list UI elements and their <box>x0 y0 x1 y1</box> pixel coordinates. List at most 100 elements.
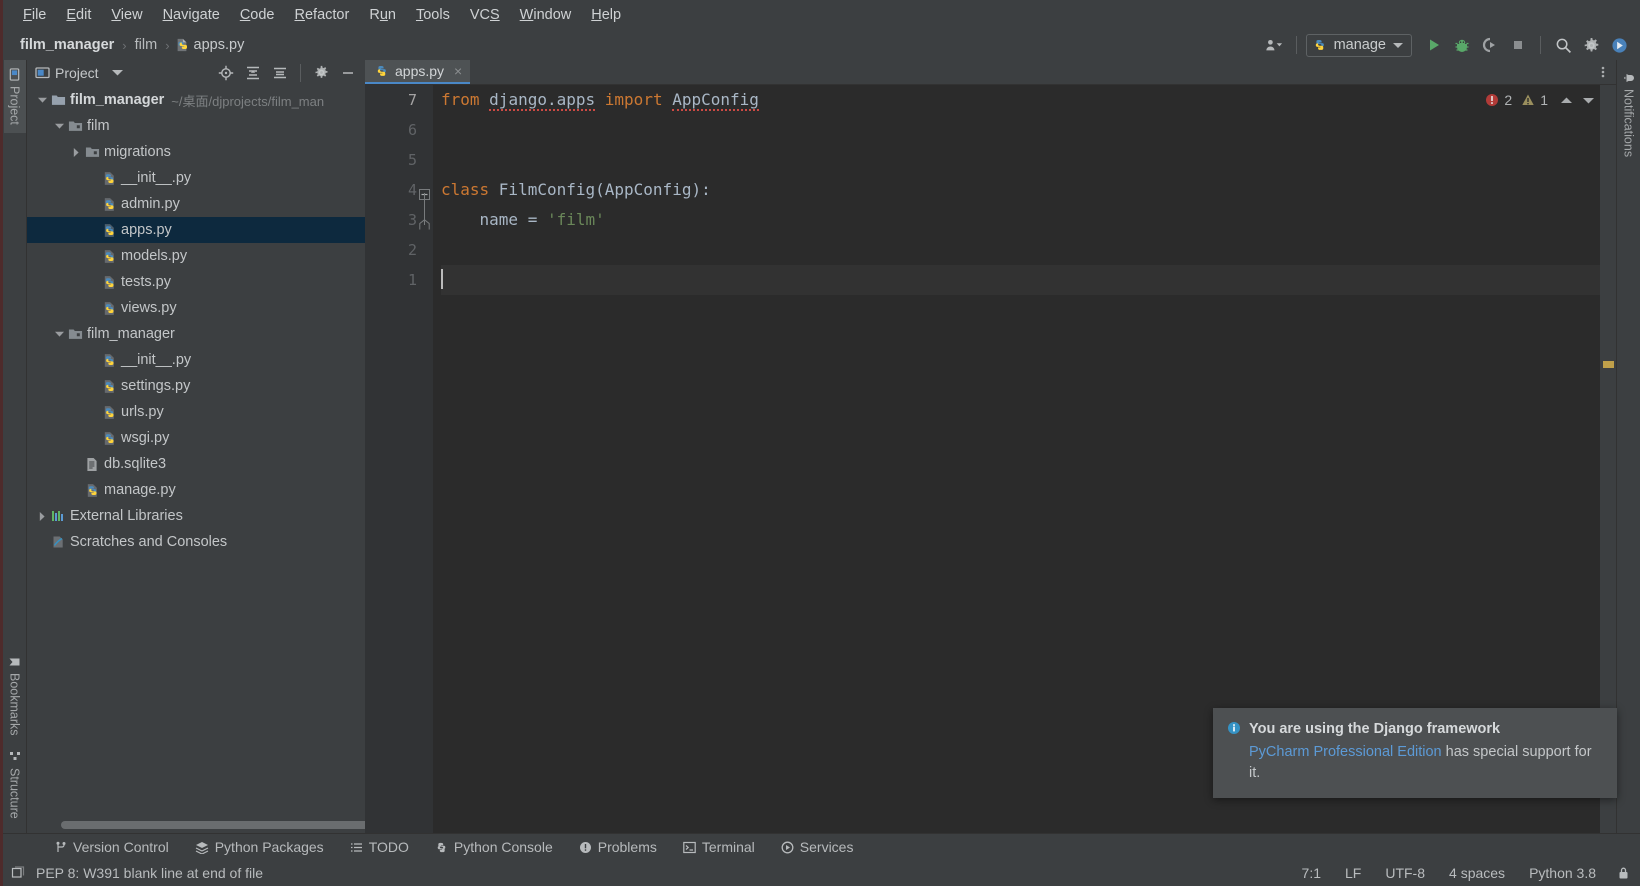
tree-item-manage-py[interactable]: manage.py <box>27 477 365 503</box>
code-line[interactable]: from django.apps import AppConfig <box>441 85 1600 115</box>
collapse-all-icon[interactable] <box>269 63 291 83</box>
expand-all-icon[interactable] <box>242 63 264 83</box>
menu-refactor[interactable]: Refactor <box>285 5 360 25</box>
tree-item-db-sqlite3[interactable]: db.sqlite3 <box>27 451 365 477</box>
tool-window-python-packages[interactable]: Python Packages <box>182 836 337 858</box>
user-account-button[interactable] <box>1261 33 1287 57</box>
indent-setting[interactable]: 4 spaces <box>1446 863 1508 883</box>
hide-panel-icon[interactable] <box>337 63 359 83</box>
editor-gutter[interactable]: 7654321 <box>365 85 433 833</box>
python-file-icon <box>83 483 101 498</box>
python-interpreter[interactable]: Python 3.8 <box>1526 863 1599 883</box>
chevron-down-icon[interactable] <box>111 69 123 76</box>
tree-item-film-manager[interactable]: film_manager <box>27 321 365 347</box>
menu-window[interactable]: Window <box>510 5 582 25</box>
lock-icon[interactable] <box>1617 866 1630 880</box>
inspection-icon[interactable] <box>11 866 25 880</box>
menu-edit[interactable]: Edit <box>56 5 101 25</box>
tree-item-external-libraries[interactable]: External Libraries <box>27 503 365 529</box>
chevron-down-icon[interactable] <box>52 331 66 337</box>
caret-position[interactable]: 7:1 <box>1299 863 1324 883</box>
tree-item-film[interactable]: film <box>27 113 365 139</box>
sidebar-item-structure[interactable]: Structure <box>4 743 26 827</box>
project-tree-scrollbar-thumb[interactable] <box>61 821 371 829</box>
sidebar-item-structure-label: Structure <box>7 768 22 819</box>
breadcrumb-project[interactable]: film_manager <box>17 36 117 54</box>
menu-vcs[interactable]: VCS <box>460 5 510 25</box>
tool-window-python-console[interactable]: Python Console <box>422 836 566 858</box>
code-line[interactable]: class FilmConfig(AppConfig): <box>441 175 1600 205</box>
chevron-down-icon[interactable] <box>52 123 66 129</box>
tree-item--init-py[interactable]: __init__.py <box>27 347 365 373</box>
tree-item-settings-py[interactable]: settings.py <box>27 373 365 399</box>
breadcrumb-file[interactable]: apps.py <box>175 37 244 53</box>
line-separator[interactable]: LF <box>1342 863 1364 883</box>
tree-item-tests-py[interactable]: tests.py <box>27 269 365 295</box>
stop-button[interactable] <box>1505 33 1531 57</box>
menu-tools[interactable]: Tools <box>406 5 460 25</box>
menu-code[interactable]: Code <box>230 5 285 25</box>
sidebar-item-bookmarks-label: Bookmarks <box>7 672 22 736</box>
tree-item--init-py[interactable]: __init__.py <box>27 165 365 191</box>
sidebar-item-notifications[interactable]: Notifications <box>1618 64 1640 165</box>
code-line[interactable] <box>441 145 1600 175</box>
inspection-widget[interactable]: 2 1 <box>1485 92 1594 108</box>
gear-icon[interactable] <box>310 63 332 83</box>
sidebar-item-bookmarks[interactable]: Bookmarks <box>4 648 26 744</box>
project-tree-scrollbar-track[interactable] <box>27 819 371 833</box>
menu-file[interactable]: File <box>13 5 56 25</box>
debug-button[interactable] <box>1449 33 1475 57</box>
tree-item-views-py[interactable]: views.py <box>27 295 365 321</box>
tab-apps-py[interactable]: apps.py × <box>365 60 471 84</box>
code-line[interactable]: name = 'film' <box>441 205 1600 235</box>
menu-help[interactable]: Help <box>581 5 631 25</box>
updates-icon[interactable] <box>1606 33 1632 57</box>
select-opened-file-icon[interactable] <box>215 63 237 83</box>
python-file-icon <box>100 405 118 420</box>
tool-window-services[interactable]: Services <box>768 836 867 858</box>
tree-item-wsgi-py[interactable]: wsgi.py <box>27 425 365 451</box>
editor-options-icon[interactable] <box>1590 60 1616 84</box>
code-line[interactable] <box>441 265 1600 295</box>
gear-icon[interactable] <box>1578 33 1604 57</box>
tree-item-film-manager[interactable]: film_manager ~/桌面/djprojects/film_man <box>27 87 365 113</box>
breadcrumb-separator-2: › <box>165 37 170 53</box>
breadcrumb-folder[interactable]: film <box>132 36 161 54</box>
tool-window-terminal[interactable]: Terminal <box>670 836 768 858</box>
code-line[interactable] <box>441 115 1600 145</box>
close-icon[interactable]: × <box>454 63 462 79</box>
tree-item-models-py[interactable]: models.py <box>27 243 365 269</box>
menu-run[interactable]: Run <box>359 5 406 25</box>
notification-popup[interactable]: You are using the Django framework PyCha… <box>1213 707 1617 798</box>
chevron-up-icon[interactable] <box>1561 97 1572 104</box>
tree-item-apps-py[interactable]: apps.py <box>27 217 365 243</box>
chevron-down-icon[interactable] <box>1583 97 1594 104</box>
tree-item-label: External Libraries <box>70 508 183 524</box>
tree-item-scratches-and-consoles[interactable]: Scratches and Consoles <box>27 529 365 555</box>
run-with-coverage-button[interactable] <box>1477 33 1503 57</box>
tree-item-urls-py[interactable]: urls.py <box>27 399 365 425</box>
fold-column[interactable] <box>417 85 433 833</box>
notification-link[interactable]: PyCharm Professional Edition <box>1249 744 1442 760</box>
chevron-right-icon[interactable] <box>35 511 49 521</box>
tool-window-problems[interactable]: Problems <box>566 836 670 858</box>
tool-window-todo[interactable]: TODO <box>337 836 422 858</box>
project-tree[interactable]: film_manager ~/桌面/djprojects/film_man film… <box>27 85 365 819</box>
python-file-icon <box>175 38 189 52</box>
chevron-down-icon[interactable] <box>35 97 49 103</box>
tree-item-label: manage.py <box>104 482 176 498</box>
menu-navigate[interactable]: Navigate <box>153 5 230 25</box>
code-line[interactable] <box>441 235 1600 265</box>
tree-item-admin-py[interactable]: admin.py <box>27 191 365 217</box>
menu-view[interactable]: View <box>101 5 152 25</box>
tree-item-migrations[interactable]: migrations <box>27 139 365 165</box>
sidebar-item-project[interactable]: Project <box>3 60 26 133</box>
file-encoding[interactable]: UTF-8 <box>1382 863 1428 883</box>
tool-window-version-control[interactable]: Version Control <box>41 836 182 858</box>
run-configuration-selector[interactable]: manage <box>1305 33 1412 57</box>
search-icon[interactable] <box>1550 33 1576 57</box>
chevron-right-icon[interactable] <box>69 147 83 157</box>
editor-marker[interactable] <box>1603 361 1614 368</box>
run-button[interactable] <box>1421 33 1447 57</box>
python-file-icon <box>100 379 118 394</box>
